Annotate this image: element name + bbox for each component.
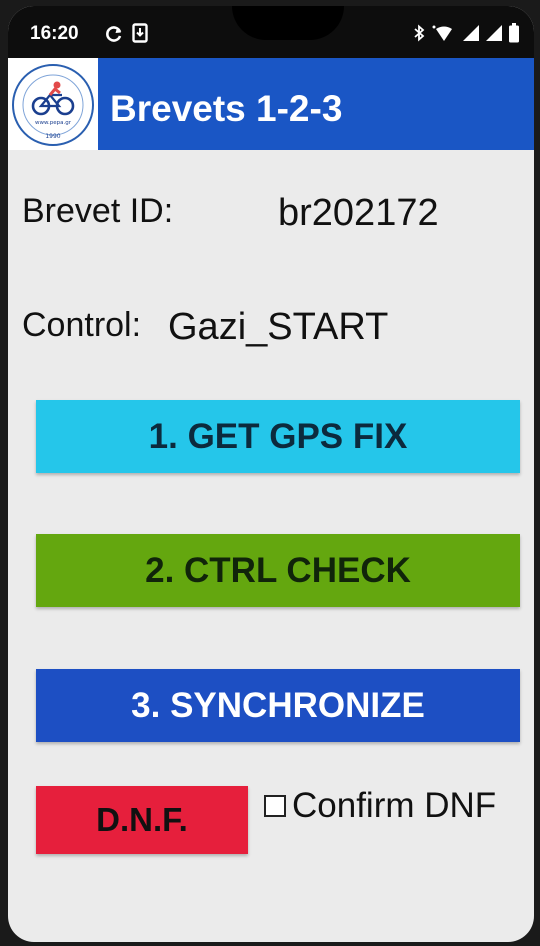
wifi-icon <box>431 23 457 48</box>
confirm-dnf-row[interactable]: Confirm DNF <box>264 786 496 826</box>
signal-icon <box>462 23 480 48</box>
brevet-id-label: Brevet ID: <box>22 192 174 230</box>
status-time: 16:20 <box>30 23 79 44</box>
get-gps-fix-button[interactable]: 1. GET GPS FIX <box>36 400 520 473</box>
dnf-button[interactable]: D.N.F. <box>36 786 248 854</box>
sync-icon <box>104 24 124 49</box>
status-bar: 16:20 <box>8 6 534 62</box>
control-label: Control: <box>22 306 142 344</box>
synchronize-button[interactable]: 3. SYNCHRONIZE <box>36 669 520 742</box>
app-title: Brevets 1-2-3 <box>110 88 343 129</box>
bluetooth-icon <box>412 23 426 48</box>
app-logo: www.pepa.gr 1990 <box>8 58 98 150</box>
confirm-dnf-label: Confirm DNF <box>292 786 497 825</box>
camera-notch <box>232 6 344 40</box>
ctrl-check-button[interactable]: 2. CTRL CHECK <box>36 534 520 607</box>
svg-text:www.pepa.gr: www.pepa.gr <box>35 120 72 126</box>
signal-icon <box>485 23 503 48</box>
svg-text:1990: 1990 <box>45 133 60 140</box>
phone-screen: 16:20 www.pepa.gr 1990 Brevets 1-2-3 Bre… <box>8 6 534 942</box>
download-icon <box>132 23 148 48</box>
confirm-dnf-checkbox[interactable] <box>264 795 286 817</box>
control-value: Gazi_START <box>168 306 389 348</box>
battery-icon <box>508 23 520 48</box>
status-icons <box>412 23 520 48</box>
brevet-id-value: br202172 <box>278 192 439 234</box>
